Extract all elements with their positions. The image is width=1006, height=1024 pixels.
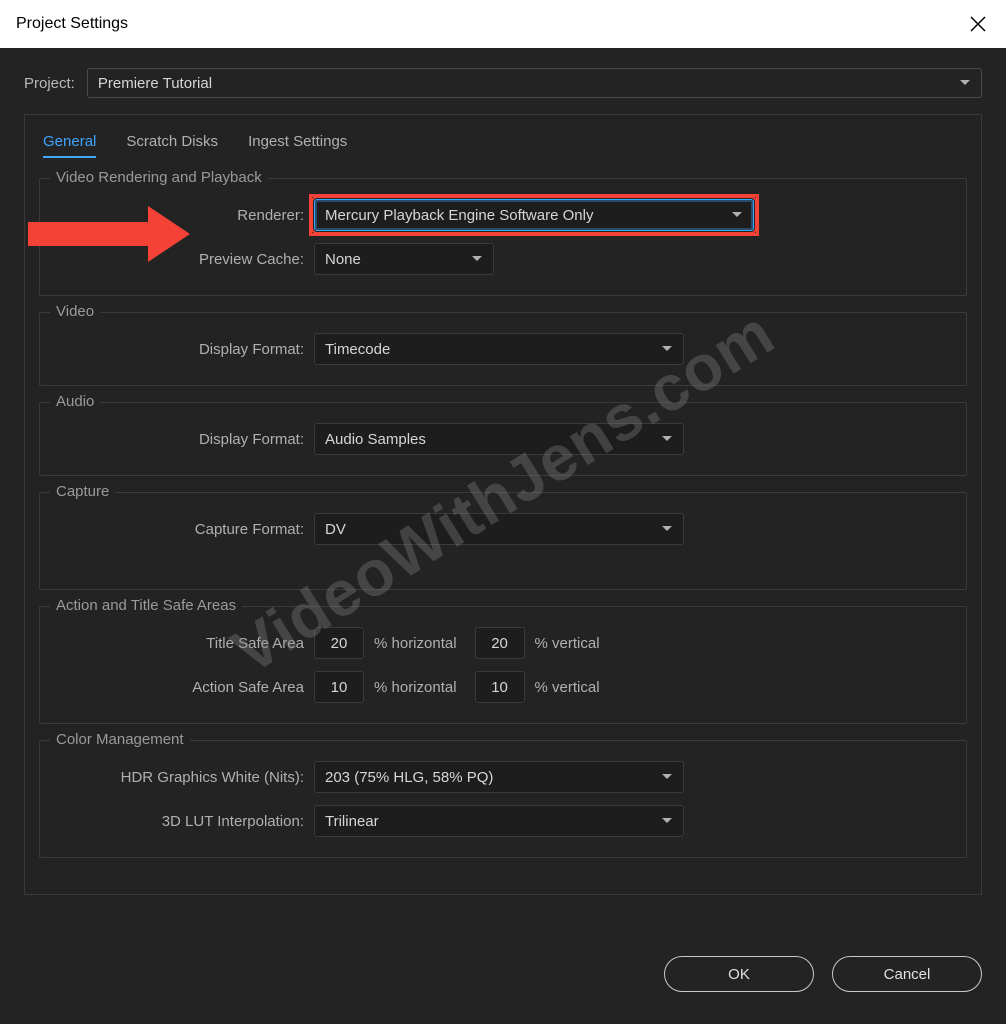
lut-interpolation-dropdown[interactable]: Trilinear xyxy=(314,805,684,837)
preview-cache-dropdown[interactable]: None xyxy=(314,243,494,275)
tabs: General Scratch Disks Ingest Settings xyxy=(39,133,967,158)
section-capture-title: Capture xyxy=(50,483,115,500)
section-color-title: Color Management xyxy=(50,731,190,748)
video-display-format-dropdown[interactable]: Timecode xyxy=(314,333,684,365)
chevron-down-icon xyxy=(731,209,743,221)
chevron-down-icon xyxy=(661,815,673,827)
chevron-down-icon xyxy=(661,771,673,783)
tab-ingest-settings[interactable]: Ingest Settings xyxy=(248,133,347,158)
project-selector-row: Project: Premiere Tutorial xyxy=(24,68,982,98)
hdr-white-label: HDR Graphics White (Nits): xyxy=(54,769,314,786)
video-display-format-value: Timecode xyxy=(325,341,390,358)
renderer-value: Mercury Playback Engine Software Only xyxy=(325,207,593,224)
capture-format-label: Capture Format: xyxy=(54,521,314,538)
section-safe-areas: Action and Title Safe Areas Title Safe A… xyxy=(39,606,967,724)
section-video-title: Video xyxy=(50,303,100,320)
lut-interpolation-value: Trilinear xyxy=(325,813,379,830)
tab-region: General Scratch Disks Ingest Settings Vi… xyxy=(24,114,982,895)
chevron-down-icon xyxy=(661,523,673,535)
lut-interpolation-label: 3D LUT Interpolation: xyxy=(54,813,314,830)
section-rendering-title: Video Rendering and Playback xyxy=(50,169,268,186)
video-display-format-label: Display Format: xyxy=(54,341,314,358)
title-safe-v-input[interactable] xyxy=(475,627,525,659)
chevron-down-icon xyxy=(471,253,483,265)
window-title: Project Settings xyxy=(16,15,128,33)
hdr-white-value: 203 (75% HLG, 58% PQ) xyxy=(325,769,493,786)
audio-display-format-value: Audio Samples xyxy=(325,431,426,448)
pct-horizontal-label: % horizontal xyxy=(374,635,457,652)
title-safe-h-input[interactable] xyxy=(314,627,364,659)
section-safe-areas-title: Action and Title Safe Areas xyxy=(50,597,242,614)
renderer-label: Renderer: xyxy=(54,207,314,224)
section-video: Video Display Format: Timecode xyxy=(39,312,967,386)
action-safe-h-input[interactable] xyxy=(314,671,364,703)
capture-format-value: DV xyxy=(325,521,346,538)
section-audio: Audio Display Format: Audio Samples xyxy=(39,402,967,476)
ok-button[interactable]: OK xyxy=(664,956,814,992)
section-color-management: Color Management HDR Graphics White (Nit… xyxy=(39,740,967,858)
tab-scratch-disks[interactable]: Scratch Disks xyxy=(126,133,218,158)
renderer-dropdown[interactable]: Mercury Playback Engine Software Only xyxy=(314,199,754,231)
button-row: OK Cancel xyxy=(640,942,1006,1006)
chevron-down-icon xyxy=(661,343,673,355)
action-safe-v-input[interactable] xyxy=(475,671,525,703)
audio-display-format-label: Display Format: xyxy=(54,431,314,448)
chevron-down-icon xyxy=(661,433,673,445)
section-audio-title: Audio xyxy=(50,393,100,410)
title-bar: Project Settings xyxy=(0,0,1006,48)
preview-cache-value: None xyxy=(325,251,361,268)
preview-cache-label: Preview Cache: xyxy=(54,251,314,268)
project-label: Project: xyxy=(24,75,75,92)
audio-display-format-dropdown[interactable]: Audio Samples xyxy=(314,423,684,455)
close-button[interactable] xyxy=(966,12,990,36)
project-value: Premiere Tutorial xyxy=(98,75,212,92)
capture-format-dropdown[interactable]: DV xyxy=(314,513,684,545)
cancel-button[interactable]: Cancel xyxy=(832,956,982,992)
pct-vertical-label: % vertical xyxy=(535,635,600,652)
pct-horizontal-label-2: % horizontal xyxy=(374,679,457,696)
title-safe-label: Title Safe Area xyxy=(54,635,314,652)
section-rendering: Video Rendering and Playback Renderer: M… xyxy=(39,178,967,296)
project-dropdown[interactable]: Premiere Tutorial xyxy=(87,68,982,98)
tab-general[interactable]: General xyxy=(43,133,96,158)
hdr-white-dropdown[interactable]: 203 (75% HLG, 58% PQ) xyxy=(314,761,684,793)
chevron-down-icon xyxy=(959,77,971,89)
pct-vertical-label-2: % vertical xyxy=(535,679,600,696)
section-capture: Capture Capture Format: DV xyxy=(39,492,967,590)
action-safe-label: Action Safe Area xyxy=(54,679,314,696)
